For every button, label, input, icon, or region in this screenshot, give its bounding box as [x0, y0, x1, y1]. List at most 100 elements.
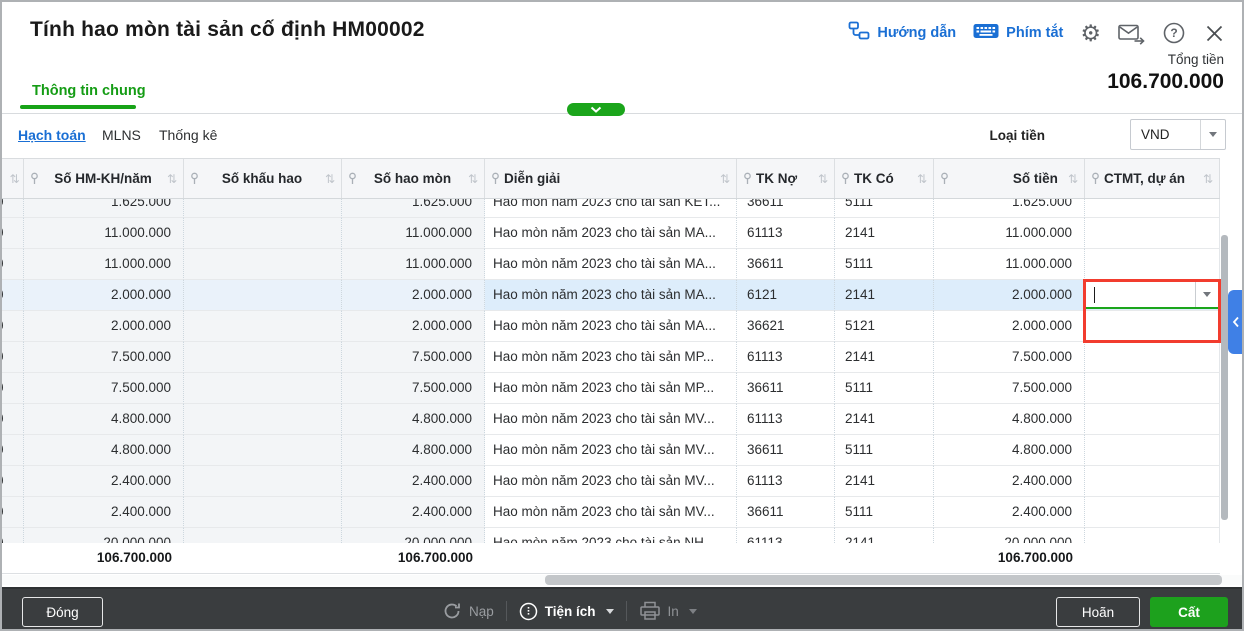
cell-clipped: 0 [2, 373, 24, 404]
currency-value: VND [1131, 127, 1200, 142]
cell-clipped: 0 [2, 311, 24, 342]
cell-so-hm-kh-nam: 2.400.000 [24, 466, 184, 497]
table-row[interactable]: 0 1.625.000 1.625.000 Hao mòn năm 2023 c… [2, 199, 1220, 218]
sort-icon: ⇅ [1068, 172, 1078, 186]
cell-so-hao-mon: 4.800.000 [342, 404, 485, 435]
sort-icon: ⇅ [1203, 172, 1213, 186]
depreciation-voucher-window: Tính hao mòn tài sản cố định HM00002 Hướ… [0, 0, 1244, 631]
column-header-dien-giai[interactable]: Diễn giải ⇅ [485, 159, 737, 198]
currency-label: Loại tiền [989, 128, 1045, 143]
cell-so-tien: 2.400.000 [934, 466, 1085, 497]
sort-icon: ⇅ [468, 172, 478, 186]
subtab-mlns[interactable]: MLNS [102, 127, 141, 143]
cell-so-tien: 4.800.000 [934, 404, 1085, 435]
cell-tk-no: 36611 [737, 249, 835, 280]
cell-tk-co: 2141 [835, 342, 934, 373]
cell-so-khau-hao [184, 199, 342, 218]
total-so-hm-kh-nam: 106.700.000 [24, 543, 184, 573]
subtab-hach-toan[interactable]: Hạch toán [18, 127, 86, 143]
print-button[interactable]: In [639, 601, 697, 621]
cell-so-khau-hao [184, 280, 342, 311]
table-row[interactable]: 0 11.000.000 11.000.000 Hao mòn năm 2023… [2, 249, 1220, 280]
cell-tk-no: 6121 [737, 280, 835, 311]
sort-icon: ⇅ [325, 172, 335, 186]
table-row[interactable]: 0 20.000.000 20.000.000 Hao mòn năm 2023… [2, 528, 1220, 543]
cell-tk-no: 61113 [737, 218, 835, 249]
horizontal-scrollbar[interactable] [2, 575, 1242, 585]
cell-clipped: 0 [2, 199, 24, 218]
cell-so-tien: 2.000.000 [934, 280, 1085, 311]
guide-label: Hướng dẫn [877, 25, 956, 41]
pin-icon [491, 172, 500, 185]
table-row[interactable]: 0 7.500.000 7.500.000 Hao mòn năm 2023 c… [2, 373, 1220, 404]
shortcut-link[interactable]: Phím tắt [973, 21, 1063, 45]
cell-ctmt-du-an [1085, 199, 1220, 218]
cell-tk-co: 5111 [835, 435, 934, 466]
cell-ctmt-du-an [1085, 528, 1220, 543]
cell-ctmt-du-an [1085, 249, 1220, 280]
cell-so-tien: 1.625.000 [934, 199, 1085, 218]
subtab-thong-ke[interactable]: Thống kê [159, 127, 217, 143]
refresh-icon [442, 601, 462, 621]
cell-so-hm-kh-nam: 11.000.000 [24, 249, 184, 280]
chevron-down-icon [1200, 120, 1225, 149]
table-row[interactable]: 0 2.400.000 2.400.000 Hao mòn năm 2023 c… [2, 497, 1220, 528]
column-header-so-hao-mon[interactable]: Số hao mòn ⇅ [342, 159, 485, 198]
cell-ctmt-du-an [1085, 311, 1220, 342]
cell-clipped: 0 [2, 249, 24, 280]
guide-link[interactable]: Hướng dẫn [848, 20, 956, 46]
cell-so-tien: 2.000.000 [934, 311, 1085, 342]
total-so-tien: 106.700.000 [934, 543, 1085, 573]
cell-ctmt-du-an [1085, 404, 1220, 435]
column-header-so-khau-hao[interactable]: Số khấu hao ⇅ [184, 159, 342, 198]
side-panel-toggle[interactable] [1228, 290, 1244, 354]
cell-so-hao-mon: 4.800.000 [342, 435, 485, 466]
cell-clipped: 0 [2, 528, 24, 543]
table-row[interactable]: 0 4.800.000 4.800.000 Hao mòn năm 2023 c… [2, 435, 1220, 466]
currency-select[interactable]: VND [1130, 119, 1226, 150]
table-row[interactable]: 0 11.000.000 11.000.000 Hao mòn năm 2023… [2, 218, 1220, 249]
svg-text:?: ? [1170, 26, 1177, 40]
horizontal-scrollbar-thumb[interactable] [545, 575, 1222, 585]
settings-icon[interactable]: ⚙ [1080, 22, 1101, 44]
ctmt-editor-cell[interactable] [1086, 282, 1218, 309]
cell-so-khau-hao [184, 404, 342, 435]
cell-tk-no: 61113 [737, 466, 835, 497]
cell-so-hm-kh-nam: 11.000.000 [24, 218, 184, 249]
save-button[interactable]: Cất [1150, 597, 1228, 627]
close-icon[interactable] [1203, 22, 1226, 45]
cell-clipped: 0 [2, 466, 24, 497]
column-header-clipped[interactable]: ⇅ [2, 159, 24, 198]
column-header-ctmt-du-an[interactable]: CTMT, dự án ⇅ [1085, 159, 1220, 198]
tab-thong-tin-chung[interactable]: Thông tin chung [32, 83, 146, 99]
cell-dien-giai: Hao mòn năm 2023 cho tài sản MV... [485, 466, 737, 497]
cell-dien-giai: Hao mòn năm 2023 cho tài sản KET... [485, 199, 737, 218]
cell-so-hao-mon: 7.500.000 [342, 373, 485, 404]
vertical-scrollbar-thumb[interactable] [1221, 235, 1228, 520]
collapse-header-button[interactable] [567, 103, 625, 116]
cell-so-hao-mon: 2.000.000 [342, 311, 485, 342]
utilities-button[interactable]: Tiện ích [519, 602, 614, 621]
page-title: Tính hao mòn tài sản cố định HM00002 [30, 18, 425, 42]
table-row[interactable]: 0 4.800.000 4.800.000 Hao mòn năm 2023 c… [2, 404, 1220, 435]
cell-dien-giai: Hao mòn năm 2023 cho tài sản NH... [485, 528, 737, 543]
close-button[interactable]: Đóng [22, 597, 103, 627]
mail-icon[interactable] [1118, 22, 1145, 45]
cell-so-hao-mon: 1.625.000 [342, 199, 485, 218]
table-row[interactable]: 0 2.400.000 2.400.000 Hao mòn năm 2023 c… [2, 466, 1220, 497]
column-header-tk-no[interactable]: TK Nợ ⇅ [737, 159, 835, 198]
help-icon[interactable]: ? [1162, 21, 1186, 45]
table-row[interactable]: 0 7.500.000 7.500.000 Hao mòn năm 2023 c… [2, 342, 1220, 373]
column-header-tk-co[interactable]: TK Có ⇅ [835, 159, 934, 198]
reload-button[interactable]: Nạp [442, 601, 494, 621]
cell-tk-no: 36611 [737, 199, 835, 218]
text-cursor [1094, 287, 1095, 303]
chevron-down-icon[interactable] [1195, 282, 1218, 307]
table-row[interactable]: 0 2.000.000 2.000.000 Hao mòn năm 2023 c… [2, 280, 1220, 311]
cell-tk-co: 5121 [835, 311, 934, 342]
column-header-so-hm-kh-nam[interactable]: Số HM-KH/năm ⇅ [24, 159, 184, 198]
cell-clipped: 0 [2, 497, 24, 528]
table-row[interactable]: 0 2.000.000 2.000.000 Hao mòn năm 2023 c… [2, 311, 1220, 342]
postpone-button[interactable]: Hoãn [1056, 597, 1140, 627]
column-header-so-tien[interactable]: Số tiền ⇅ [934, 159, 1085, 198]
